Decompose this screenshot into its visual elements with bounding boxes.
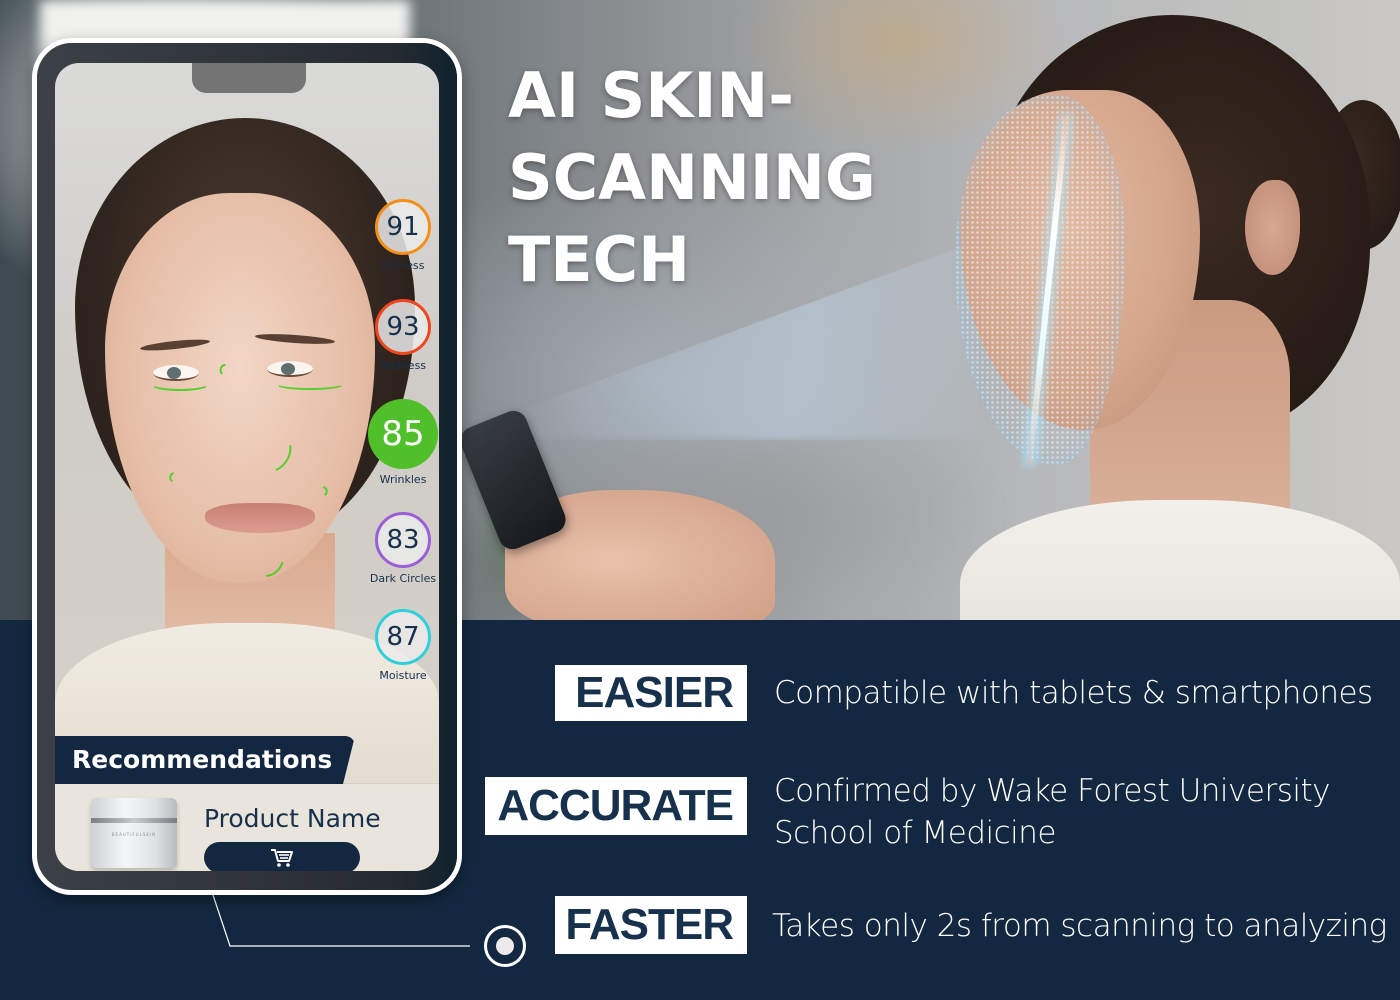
metric-label: Moisture	[379, 669, 427, 682]
metric-redness[interactable]: 93 Redness	[368, 299, 438, 372]
right-eye	[267, 361, 313, 377]
woman-shirt	[960, 500, 1400, 620]
feature-desc-faster: Takes only 2s from scanning to analyzing	[772, 908, 1387, 944]
headline: AI SKIN- SCANNING TECH	[508, 55, 908, 301]
metric-ring: 93	[375, 299, 431, 355]
feature-desc-easier: Compatible with tablets & smartphones	[774, 675, 1373, 711]
metric-ring: 85	[368, 399, 438, 469]
feature-tag-easier: EASIER	[555, 665, 747, 721]
product-jar-image: BEAUTIFULSKIN	[91, 798, 177, 868]
metric-dark-circles[interactable]: 83 Dark Circles	[368, 512, 438, 585]
metric-ring: 83	[375, 512, 431, 568]
portrait-lips	[205, 503, 315, 533]
metric-ring: 87	[375, 609, 431, 665]
headline-line-3: TECH	[508, 223, 691, 296]
shopping-cart-icon	[271, 848, 293, 867]
metric-label: Wrinkles	[379, 473, 427, 486]
phone-notch	[192, 63, 306, 93]
feature-tag-faster: FASTER	[555, 896, 747, 954]
wrinkle-mark	[150, 377, 210, 391]
metric-label: Redness	[379, 359, 427, 372]
metric-moisture[interactable]: 87 Moisture	[368, 609, 438, 682]
metric-oiliness[interactable]: 91 Oiliness	[368, 199, 438, 272]
recommendations-heading: Recommendations	[55, 736, 355, 784]
feature-desc-accurate: Confirmed by Wake Forest University Scho…	[774, 773, 1330, 851]
metric-label: Dark Circles	[369, 572, 437, 585]
metric-wrinkles[interactable]: 85 Wrinkles	[368, 399, 438, 486]
phone-mockup: 91 Oiliness 93 Redness 85 Wrinkles 83 Da…	[32, 38, 462, 895]
metric-ring: 91	[375, 199, 431, 255]
add-to-cart-button[interactable]	[204, 842, 360, 871]
face-scan-mesh	[955, 95, 1125, 465]
phone-screen: 91 Oiliness 93 Redness 85 Wrinkles 83 Da…	[55, 63, 439, 871]
feature-tag-accurate: ACCURATE	[485, 777, 747, 835]
connector-dot-icon	[484, 925, 526, 967]
metric-label: Oiliness	[381, 259, 425, 272]
wrinkle-mark	[275, 378, 345, 390]
headline-line-2: SCANNING	[508, 141, 876, 214]
headline-line-1: AI SKIN-	[508, 59, 795, 132]
product-name[interactable]: Product Name	[204, 804, 381, 833]
product-card[interactable]: BEAUTIFULSKIN Product Name	[55, 784, 439, 871]
woman-ear	[1245, 180, 1300, 275]
jar-label: BEAUTIFULSKIN	[111, 832, 157, 837]
